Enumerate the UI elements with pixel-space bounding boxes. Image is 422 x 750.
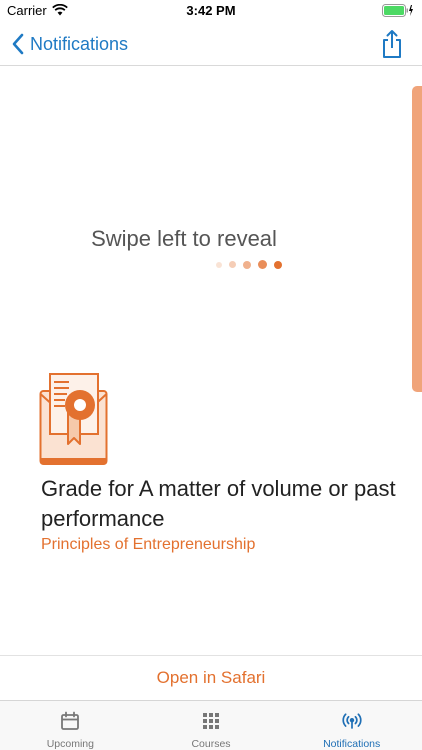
open-in-safari-bar: Open in Safari — [0, 655, 422, 700]
tab-label: Courses — [191, 738, 231, 750]
tab-notifications[interactable]: Notifications — [281, 701, 422, 750]
swipe-dot — [229, 261, 236, 268]
tab-courses[interactable]: Courses — [141, 701, 282, 750]
swipe-dot — [258, 260, 267, 269]
navigation-bar: Notifications — [0, 22, 422, 66]
broadcast-icon — [342, 713, 362, 729]
back-label: Notifications — [30, 33, 129, 54]
tab-label: Notifications — [323, 738, 381, 750]
chevron-left-icon — [12, 33, 24, 55]
swipe-dot — [243, 260, 251, 269]
course-name[interactable]: Principles of Entrepreneurship — [41, 536, 255, 554]
tab-upcoming[interactable]: Upcoming — [0, 701, 141, 750]
swipe-dots — [216, 260, 289, 269]
tab-bar: Upcoming Courses Notifications — [0, 700, 422, 750]
status-time: 3:42 PM — [186, 3, 236, 18]
swipe-dot — [274, 260, 282, 269]
certificate-icon — [39, 373, 108, 465]
calendar-icon — [61, 711, 80, 730]
swipe-hint: Swipe left to reveal — [91, 226, 277, 251]
share-icon[interactable] — [380, 29, 404, 59]
open-in-safari-button[interactable]: Open in Safari — [157, 668, 266, 688]
battery-icon — [382, 4, 413, 17]
swipe-dot — [216, 261, 222, 268]
back-button[interactable]: Notifications — [10, 30, 128, 58]
tab-label: Upcoming — [46, 738, 94, 750]
status-bar: Carrier 3:42 PM — [0, 0, 422, 22]
grid-icon — [203, 713, 219, 729]
scroll-indicator[interactable] — [412, 86, 422, 392]
notification-title: Grade for A matter of volume or past per… — [41, 476, 396, 531]
